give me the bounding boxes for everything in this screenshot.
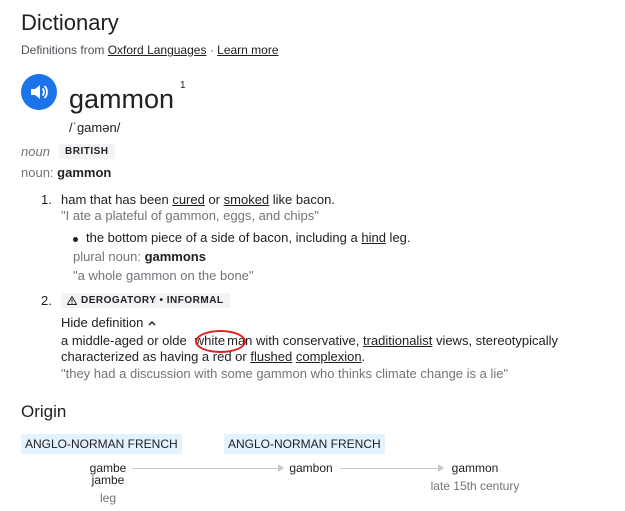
source-line: Definitions from Oxford Languages · Lear… xyxy=(21,43,279,57)
subsense-definition: the bottom piece of a side of bacon, inc… xyxy=(86,230,411,245)
subsense-example: "a whole gammon on the bone" xyxy=(73,268,254,283)
sense-2-definition-line-1: a middle-aged or olde white man with conse… xyxy=(61,333,558,348)
etymology-word-jambe: jambe xyxy=(91,473,125,487)
phonetic: /ˈɡamən/ xyxy=(69,120,121,135)
plural-word: gammons xyxy=(144,249,206,264)
hide-definition-button[interactable]: Hide definition xyxy=(61,315,156,330)
sense-2-text-a: a middle-aged or olde xyxy=(61,333,187,348)
etymology-tag-2: ANGLO-NORMAN FRENCH xyxy=(224,434,385,454)
part-of-speech: noun xyxy=(21,144,50,159)
hide-definition-label: Hide definition xyxy=(61,315,144,330)
noun-label: noun: xyxy=(21,165,54,180)
cured-link[interactable]: cured xyxy=(172,192,205,207)
sense-2-number: 2. xyxy=(41,293,52,308)
register-label: DEROGATORY • INFORMAL xyxy=(81,295,224,306)
plural-line: plural noun: gammons xyxy=(73,249,206,264)
warning-triangle-icon xyxy=(67,296,77,305)
sense-1-number: 1. xyxy=(41,192,52,207)
definitions-prefix: Definitions from xyxy=(21,43,105,57)
page-title: Dictionary xyxy=(21,10,119,35)
sense-1-example: "I ate a plateful of gammon, eggs, and c… xyxy=(61,208,319,223)
smoked-link[interactable]: smoked xyxy=(224,192,270,207)
region-badge: BRITISH xyxy=(59,144,115,159)
sense-2-text-c: man with conservative, xyxy=(227,333,363,348)
noun-word: gammon xyxy=(57,165,112,180)
etymology-arrow-1 xyxy=(132,464,284,472)
subsense-def-a: the bottom piece of a side of bacon, inc… xyxy=(86,230,362,245)
register-badge: DEROGATORY • INFORMAL xyxy=(61,293,230,308)
volume-icon xyxy=(31,85,48,99)
complexion-link[interactable]: complexion xyxy=(296,349,362,364)
etymology-word-gammon: gammon xyxy=(451,461,499,475)
annotation-circle xyxy=(195,330,246,353)
subsense-def-b: leg. xyxy=(385,230,411,245)
flushed-link[interactable]: flushed xyxy=(250,349,292,364)
hind-link[interactable]: hind xyxy=(361,230,386,245)
traditionalist-link[interactable]: traditionalist xyxy=(363,333,432,348)
etymology-date: late 15th century xyxy=(430,479,520,493)
sense-1-def-c: like bacon. xyxy=(269,192,335,207)
sense-2-text-d: views, stereotypically xyxy=(432,333,559,348)
origin-heading: Origin xyxy=(21,402,67,421)
etymology-arrow-2 xyxy=(340,464,444,472)
sense-1-definition: ham that has been cured or smoked like b… xyxy=(61,192,335,207)
chevron-up-icon xyxy=(148,320,156,326)
headword-superscript: 1 xyxy=(180,80,186,91)
sense-2-line2-end: . xyxy=(361,349,366,364)
oxford-languages-link[interactable]: Oxford Languages xyxy=(108,43,207,57)
plural-label: plural noun: xyxy=(73,249,145,264)
sense-1-def-b: or xyxy=(204,192,224,207)
etymology-tag-1: ANGLO-NORMAN FRENCH xyxy=(21,434,182,454)
etymology-word-gambon: gambon xyxy=(289,461,333,475)
sense-2-example: "they had a discussion with some gammon … xyxy=(61,366,509,381)
headword: gammon xyxy=(69,84,175,114)
subsense-bullet xyxy=(73,237,78,242)
pronunciation-button[interactable] xyxy=(21,74,57,110)
learn-more-link[interactable]: Learn more xyxy=(217,43,278,57)
sense-1-def-a: ham that has been xyxy=(61,192,173,207)
separator: · xyxy=(209,43,214,57)
noun-line: noun: gammon xyxy=(21,165,111,180)
etymology-gloss-leg: leg xyxy=(99,491,116,505)
